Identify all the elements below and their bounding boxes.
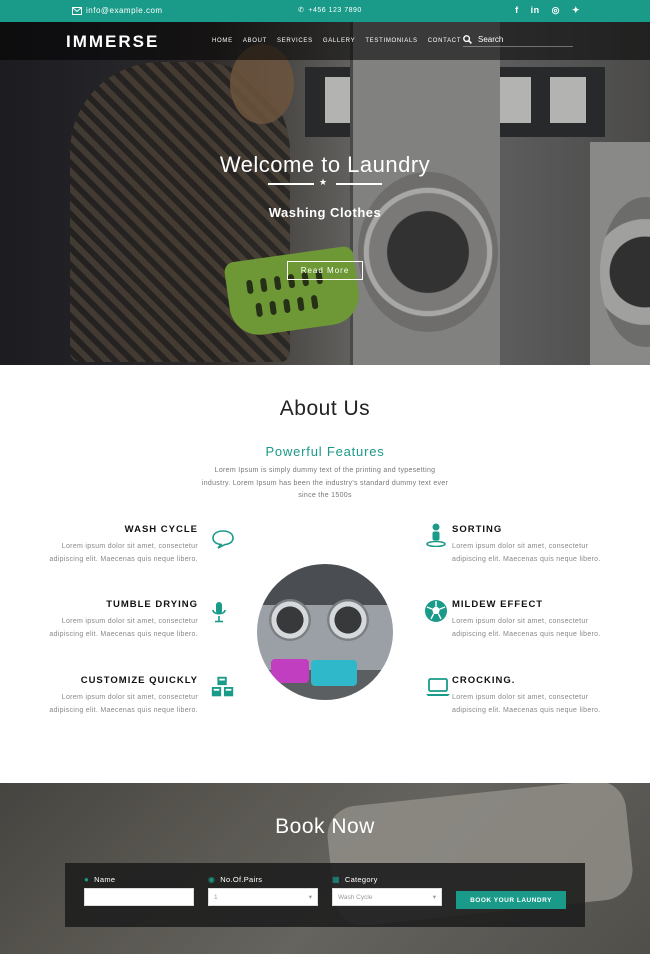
feature-sorting: SORTING Lorem ipsum dolor sit amet, cons… xyxy=(452,524,612,566)
laptop-icon xyxy=(425,674,451,700)
nav-item-about[interactable]: ABOUT xyxy=(243,38,267,44)
chevron-down-icon: ▾ xyxy=(308,894,312,901)
instagram-icon[interactable]: ◎ xyxy=(552,5,560,16)
person-icon xyxy=(423,522,449,548)
phone-icon: ✆ xyxy=(298,7,305,14)
chat-bubble-icon xyxy=(210,526,236,552)
feature-title: MILDEW EFFECT xyxy=(452,599,544,610)
about-title: About Us xyxy=(279,397,371,420)
feature-title: CUSTOMIZE QUICKLY xyxy=(80,675,198,686)
feature-crocking: CROCKING. Lorem ipsum dolor sit amet, co… xyxy=(452,675,612,717)
read-more-button[interactable]: Read More xyxy=(287,261,363,280)
feature-mildew-effect: MILDEW EFFECT Lorem ipsum dolor sit amet… xyxy=(452,599,612,641)
soccer-ball-icon xyxy=(423,598,449,624)
hero-title: Welcome to Laundry xyxy=(219,152,431,177)
search-input[interactable]: Search xyxy=(478,35,503,44)
name-label-text: Name xyxy=(94,875,116,884)
feature-text: Lorem ipsum dolor sit amet, consectetur … xyxy=(452,694,601,714)
pairs-value: 1 xyxy=(214,893,218,901)
category-select[interactable]: Wash Cycle ▾ xyxy=(332,888,442,906)
about-subtitle: Powerful Features xyxy=(265,444,385,459)
star-icon: ★ xyxy=(319,177,328,187)
feature-text: Lorem ipsum dolor sit amet, consectetur … xyxy=(452,543,601,563)
chevron-down-icon: ▾ xyxy=(432,894,436,901)
facebook-icon[interactable]: f xyxy=(515,5,519,16)
nav-menu: HOME ABOUT SERVICES GALLERY TESTIMONIALS… xyxy=(212,38,461,44)
about-description: Lorem Ipsum is simply dummy text of the … xyxy=(201,467,449,499)
feature-tumble-drying: TUMBLE DRYING Lorem ipsum dolor sit amet… xyxy=(38,599,198,641)
booking-form: ● Name ◉ No.Of.Pairs 1 ▾ ▦ Category Wash Cyc… xyxy=(65,863,585,927)
feature-text: Lorem ipsum dolor sit amet, consectetur … xyxy=(49,694,198,714)
feature-title: TUMBLE DRYING xyxy=(106,599,198,610)
category-group: ▦ Category Wash Cycle ▾ xyxy=(332,875,442,906)
search-icon xyxy=(463,35,472,44)
phone-text: +456 123 7890 xyxy=(308,6,362,14)
hero-divider: ★ xyxy=(268,177,382,187)
category-label-text: Category xyxy=(344,875,378,884)
feature-text: Lorem ipsum dolor sit amet, consectetur … xyxy=(49,543,198,563)
cubes-icon xyxy=(210,674,236,700)
feature-text: Lorem ipsum dolor sit amet, consectetur … xyxy=(49,618,198,638)
category-label: ▦ Category xyxy=(332,875,442,884)
laundry-photo xyxy=(257,564,393,700)
user-icon: ● xyxy=(84,875,90,884)
category-value: Wash Cycle xyxy=(338,893,373,901)
pairs-group: ◉ No.Of.Pairs 1 ▾ xyxy=(208,875,318,906)
name-group: ● Name xyxy=(84,875,194,906)
site-logo[interactable]: IMMERSE xyxy=(66,32,159,52)
grid-icon: ▦ xyxy=(332,875,340,884)
feature-title: SORTING xyxy=(452,524,503,535)
feature-title: CROCKING. xyxy=(452,675,516,686)
main-nav: IMMERSE HOME ABOUT SERVICES GALLERY TEST… xyxy=(0,22,650,60)
pairs-label-text: No.Of.Pairs xyxy=(220,875,263,884)
search-box[interactable]: Search xyxy=(463,35,573,47)
envelope-icon xyxy=(72,6,82,15)
twitter-icon[interactable]: ✦ xyxy=(572,5,580,16)
name-label: ● Name xyxy=(84,875,194,884)
email-contact[interactable]: info@example.com xyxy=(72,6,163,15)
nav-item-home[interactable]: HOME xyxy=(212,38,233,44)
pairs-label: ◉ No.Of.Pairs xyxy=(208,875,318,884)
feature-wash-cycle: WASH CYCLE Lorem ipsum dolor sit amet, c… xyxy=(38,524,198,566)
social-links: f in ◎ ✦ xyxy=(515,5,580,16)
hero-subtitle: Washing Clothes xyxy=(268,205,382,220)
microphone-icon xyxy=(206,599,232,625)
linkedin-icon[interactable]: in xyxy=(531,5,540,16)
feature-title: WASH CYCLE xyxy=(124,524,198,535)
feature-text: Lorem ipsum dolor sit amet, consectetur … xyxy=(452,618,601,638)
booking-title: Book Now xyxy=(275,815,375,838)
nav-item-gallery[interactable]: GALLERY xyxy=(323,38,355,44)
hero-banner xyxy=(0,22,650,365)
pairs-select[interactable]: 1 ▾ xyxy=(208,888,318,906)
map-pin-icon: ◉ xyxy=(208,875,216,884)
nav-item-services[interactable]: SERVICES xyxy=(277,38,313,44)
email-text: info@example.com xyxy=(86,6,163,15)
name-input[interactable] xyxy=(84,888,194,906)
booking-section: Book Now ● Name ◉ No.Of.Pairs 1 ▾ ▦ Category… xyxy=(0,783,650,954)
feature-customize-quickly: CUSTOMIZE QUICKLY Lorem ipsum dolor sit … xyxy=(38,675,198,717)
nav-item-contact[interactable]: CONTACT xyxy=(428,38,461,44)
book-laundry-button[interactable]: BOOK YOUR LAUNDRY xyxy=(456,891,566,909)
nav-item-testimonials[interactable]: TESTIMONIALS xyxy=(365,38,417,44)
hero-overlay xyxy=(0,22,650,365)
top-bar: info@example.com ✆ +456 123 7890 f in ◎ … xyxy=(0,0,650,22)
phone-contact[interactable]: ✆ +456 123 7890 xyxy=(298,6,362,15)
